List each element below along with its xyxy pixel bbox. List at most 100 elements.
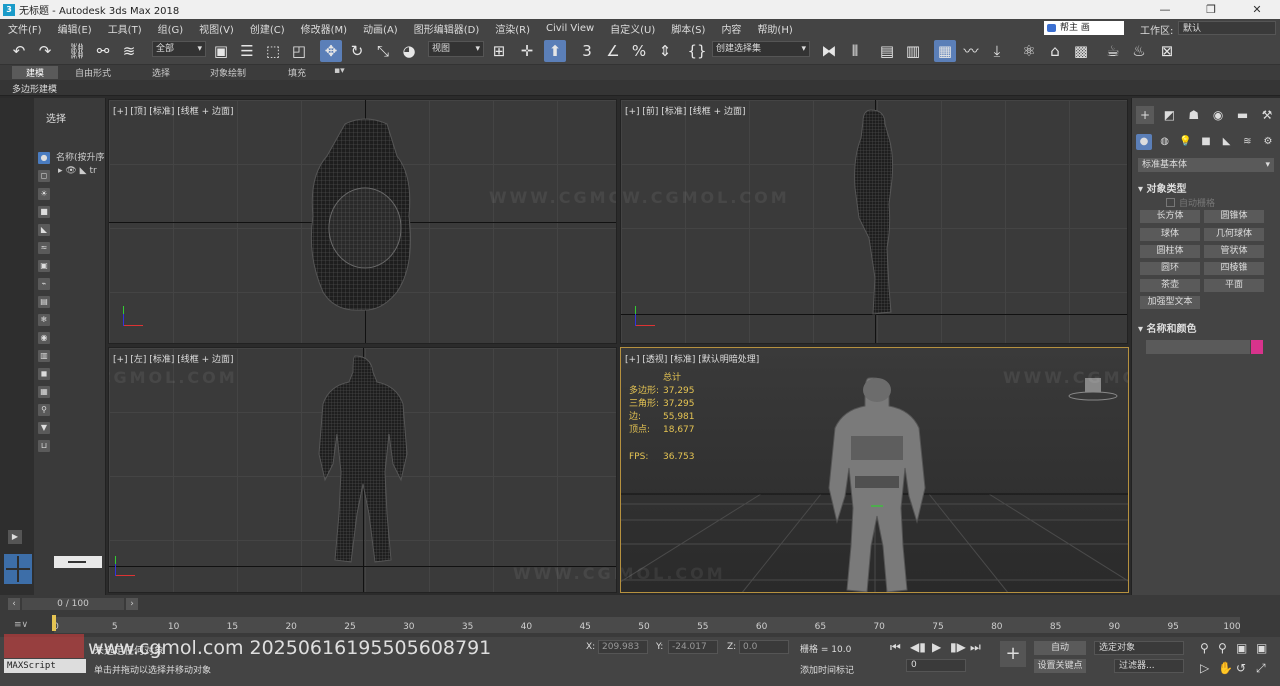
menu-scripting[interactable]: 脚本(S): [663, 21, 713, 36]
link-icon[interactable]: ⛓: [66, 40, 88, 62]
set-key-button[interactable]: 设置关键点: [1034, 659, 1086, 673]
visibility-filter-icon[interactable]: ◉: [38, 332, 50, 344]
xref-filter-icon[interactable]: ⌁: [38, 278, 50, 290]
particle-filter-icon[interactable]: ❄: [38, 314, 50, 326]
menu-file[interactable]: 文件(F): [0, 21, 50, 36]
play-animation-icon[interactable]: ▶: [932, 640, 941, 654]
sphere-button[interactable]: 球体: [1140, 228, 1200, 241]
group-filter-icon[interactable]: ▣: [38, 260, 50, 272]
menu-content[interactable]: 内容: [713, 21, 749, 36]
shape-filter-icon[interactable]: ◻: [38, 170, 50, 182]
systems-icon[interactable]: ⚙: [1260, 134, 1276, 150]
play-icon[interactable]: ▶: [8, 530, 22, 544]
render-production-icon[interactable]: ☕: [1102, 40, 1124, 62]
folder-filter-icon[interactable]: ⊔: [38, 440, 50, 452]
tab-selection[interactable]: 选择: [152, 66, 170, 79]
menu-help[interactable]: 帮助(H): [749, 21, 800, 36]
tab-modeling[interactable]: 建模: [12, 66, 59, 79]
light-filter-icon[interactable]: ☀: [38, 188, 50, 200]
align-icon[interactable]: ⫴: [844, 40, 866, 62]
rect-selection-icon[interactable]: ⬚: [262, 40, 284, 62]
geometry-icon[interactable]: ●: [1136, 134, 1152, 150]
helpers-icon[interactable]: ◣: [1219, 134, 1235, 150]
viewport-label-front[interactable]: [+] [前] [标准] [线框 + 边面]: [625, 104, 745, 117]
time-prev-icon[interactable]: ‹: [8, 598, 20, 610]
key-filter-dropdown[interactable]: 选定对象: [1094, 641, 1184, 655]
pyramid-button[interactable]: 四棱锥: [1204, 262, 1264, 275]
goto-end-icon[interactable]: ⏭: [970, 640, 981, 655]
list-filter-icon[interactable]: ▦: [38, 386, 50, 398]
camera-filter-icon[interactable]: ■: [38, 206, 50, 218]
render-setup-icon[interactable]: ⌂: [1044, 40, 1066, 62]
select-scale-icon[interactable]: ⤡: [372, 40, 394, 62]
minimize-icon[interactable]: —: [1142, 3, 1188, 16]
z-coordinate-field[interactable]: 0.0: [739, 640, 789, 654]
tube-button[interactable]: 管状体: [1204, 245, 1264, 258]
y-coordinate-field[interactable]: -24.017: [668, 640, 718, 654]
zoom-extents-icon[interactable]: ▣: [1236, 641, 1247, 655]
hierarchy-tab-icon[interactable]: ☗: [1185, 106, 1203, 124]
funnel-filter-icon[interactable]: ▼: [38, 422, 50, 434]
bind-space-warp-icon[interactable]: ≋: [118, 40, 140, 62]
unlink-icon[interactable]: ⚯: [92, 40, 114, 62]
viewport-perspective[interactable]: [+] [透视] [标准] [默认明暗处理] 总计 多边形: 37,295 三角形…: [620, 347, 1129, 593]
torus-button[interactable]: 圆环: [1140, 262, 1200, 275]
current-frame-field[interactable]: 0: [906, 659, 966, 672]
select-rotate-icon[interactable]: ↻: [346, 40, 368, 62]
ribbon-options-icon[interactable]: ▪▾: [334, 66, 345, 76]
select-move-icon[interactable]: ✥: [320, 40, 342, 62]
menu-graph-editors[interactable]: 图形编辑器(D): [406, 21, 488, 36]
zoom-extents-all-icon[interactable]: ▣: [1256, 641, 1267, 655]
name-color-rollout[interactable]: 名称和颜色: [1138, 320, 1197, 335]
pivot-center-icon[interactable]: ⊞: [488, 40, 510, 62]
viewport-label-left[interactable]: [+] [左] [标准] [线框 + 边面]: [113, 352, 233, 365]
maxscript-listener[interactable]: MAXScript: [4, 659, 86, 673]
primitive-category-dropdown[interactable]: 标准基本体: [1138, 158, 1274, 172]
snaps-toggle-icon[interactable]: 3: [576, 40, 598, 62]
viewport-layout-icon[interactable]: [4, 554, 32, 584]
select-object-icon[interactable]: ▣: [210, 40, 232, 62]
viewport-top[interactable]: [+] [顶] [标准] [线框 + 边面] WWW.CGMOL.COM: [108, 99, 617, 344]
next-frame-icon[interactable]: ▮▶: [950, 640, 966, 654]
redo-icon[interactable]: ↷: [34, 40, 56, 62]
layer-explorer-icon[interactable]: ▤: [876, 40, 898, 62]
selection-filter-dropdown[interactable]: 全部: [152, 41, 206, 57]
menu-views[interactable]: 视图(V): [191, 21, 242, 36]
time-next-icon[interactable]: ›: [126, 598, 138, 610]
menu-modifiers[interactable]: 修改器(M): [293, 21, 355, 36]
orbit-icon[interactable]: ↺: [1236, 661, 1246, 675]
cylinder-button[interactable]: 圆柱体: [1140, 245, 1200, 258]
shapes-icon[interactable]: ◍: [1157, 134, 1173, 150]
object-name-field[interactable]: [1146, 340, 1250, 354]
maximize-viewport-icon[interactable]: ⤢: [1256, 661, 1266, 676]
mirror-icon[interactable]: ⧓: [818, 40, 840, 62]
user-account-dropdown[interactable]: 帮主 画: [1044, 21, 1124, 35]
scene-tree-row[interactable]: ▸ 👁 ◣ tr: [58, 166, 97, 176]
modify-tab-icon[interactable]: ◩: [1160, 106, 1178, 124]
percent-snap-icon[interactable]: %: [628, 40, 650, 62]
tab-populate[interactable]: 填充: [288, 66, 306, 79]
track-bar[interactable]: 0 5 10 15 20 25 30 35 40 45 50 55 60 65 70 75 80 85 90 95 10…: [53, 617, 1241, 633]
helper-filter-icon[interactable]: ◣: [38, 224, 50, 236]
angle-snap-icon[interactable]: ∠: [602, 40, 624, 62]
display-tab-icon[interactable]: ▬: [1234, 106, 1252, 124]
utilities-tab-icon[interactable]: ⚒: [1258, 106, 1276, 124]
geosphere-button[interactable]: 几何球体: [1204, 228, 1264, 241]
object-type-rollout[interactable]: 对象类型: [1138, 180, 1187, 195]
menu-customize[interactable]: 自定义(U): [602, 21, 663, 36]
select-manipulate-icon[interactable]: ✛: [516, 40, 538, 62]
lights-icon[interactable]: 💡: [1177, 134, 1193, 150]
layer-filter-icon[interactable]: ▥: [38, 350, 50, 362]
material-editor-icon[interactable]: ⚛: [1018, 40, 1040, 62]
menu-civil-view[interactable]: Civil View: [538, 23, 602, 34]
close-icon[interactable]: ✕: [1234, 3, 1280, 16]
create-tab-icon[interactable]: +: [1136, 106, 1154, 124]
time-slider[interactable]: 0 / 100: [22, 598, 124, 610]
prev-frame-icon[interactable]: ◀▮: [910, 640, 926, 654]
undo-icon[interactable]: ↶: [8, 40, 30, 62]
select-by-name-icon[interactable]: ☰: [236, 40, 258, 62]
textplus-button[interactable]: 加强型文本: [1140, 296, 1200, 309]
curve-editor-icon[interactable]: 〰: [960, 40, 982, 62]
menu-tools[interactable]: 工具(T): [100, 21, 150, 36]
named-selection-set-dropdown[interactable]: 创建选择集: [712, 41, 810, 57]
